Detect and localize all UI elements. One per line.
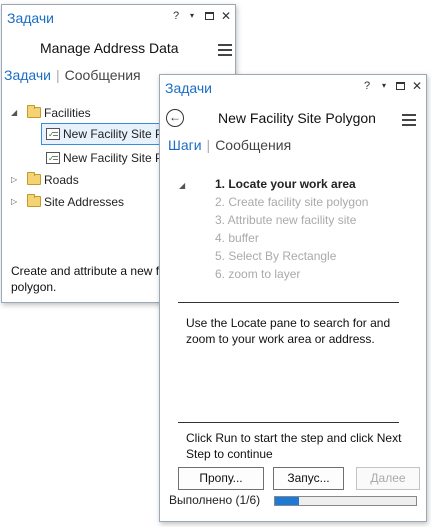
divider: [178, 422, 399, 423]
divider: [178, 302, 399, 303]
step-item[interactable]: 2. Create facility site polygon: [215, 195, 368, 209]
step-item[interactable]: 6. zoom to layer: [215, 267, 300, 281]
step-item[interactable]: 4. buffer: [215, 231, 259, 245]
tab-messages[interactable]: Сообщения: [215, 137, 291, 153]
tab-separator: |: [206, 137, 211, 153]
folder-icon: [27, 194, 41, 207]
maximize-icon[interactable]: [205, 12, 214, 20]
menu-icon[interactable]: [218, 44, 232, 56]
step-item[interactable]: 3. Attribute new facility site: [215, 213, 356, 227]
chevron-down-icon[interactable]: ▾: [378, 78, 390, 94]
collapse-icon[interactable]: ◢: [11, 103, 21, 123]
step-description: Use the Locate pane to search for and zo…: [186, 316, 391, 346]
tab-steps[interactable]: Шаги: [168, 137, 202, 153]
step-item[interactable]: 1. Locate your work area: [215, 177, 356, 191]
tab-tasks[interactable]: Задачи: [4, 67, 51, 83]
run-button[interactable]: Запус...: [273, 467, 344, 490]
progress-fill: [275, 497, 299, 505]
tasks-pane-front: Задачи ? ▾ ✕ ← New Facility Site Polygon…: [159, 74, 427, 522]
tree-item-label: Facilities: [44, 106, 91, 120]
tab-strip: Шаги | Сообщения: [160, 137, 426, 159]
pane-titlebar: Задачи ? ▾ ✕: [160, 75, 426, 99]
step-instruction: Click Run to start the step and click Ne…: [186, 431, 402, 461]
task-icon: [46, 125, 60, 145]
help-icon[interactable]: ?: [361, 78, 373, 94]
task-header: ← New Facility Site Polygon: [160, 99, 426, 137]
help-icon[interactable]: ?: [170, 8, 182, 24]
next-button: Далее: [356, 467, 420, 490]
progress-bar: [274, 496, 417, 506]
pane-title: Задачи: [7, 10, 55, 26]
tab-messages[interactable]: Сообщения: [65, 67, 141, 83]
maximize-icon[interactable]: [396, 82, 405, 90]
folder-icon: [27, 172, 41, 185]
collapse-icon[interactable]: ◢: [179, 181, 185, 190]
task-title: Manage Address Data: [40, 40, 179, 56]
task-icon: [46, 149, 60, 169]
close-icon[interactable]: ✕: [220, 8, 232, 24]
skip-button[interactable]: Пропу...: [178, 467, 264, 490]
tab-separator: |: [56, 67, 60, 83]
tree-item-label: Roads: [44, 173, 79, 187]
menu-icon[interactable]: [402, 114, 416, 126]
pane-title: Задачи: [165, 80, 213, 96]
tree-item-label: New Facility Site P: [63, 151, 164, 165]
folder-icon: [27, 105, 41, 118]
pane-titlebar: Задачи ? ▾ ✕: [2, 5, 235, 29]
task-title: New Facility Site Polygon: [218, 110, 376, 126]
step-item[interactable]: 5. Select By Rectangle: [215, 249, 336, 263]
expand-icon[interactable]: ▷: [11, 192, 21, 212]
tree-item-label: Site Addresses: [44, 195, 125, 209]
back-arrow-icon[interactable]: ←: [166, 109, 184, 127]
chevron-down-icon[interactable]: ▾: [186, 8, 198, 24]
task-header: Manage Address Data: [2, 29, 235, 67]
tree-item-label: New Facility Site P: [63, 127, 164, 141]
close-icon[interactable]: ✕: [411, 78, 423, 94]
expand-icon[interactable]: ▷: [11, 170, 21, 190]
status-label: Выполнено (1/6): [169, 493, 261, 507]
